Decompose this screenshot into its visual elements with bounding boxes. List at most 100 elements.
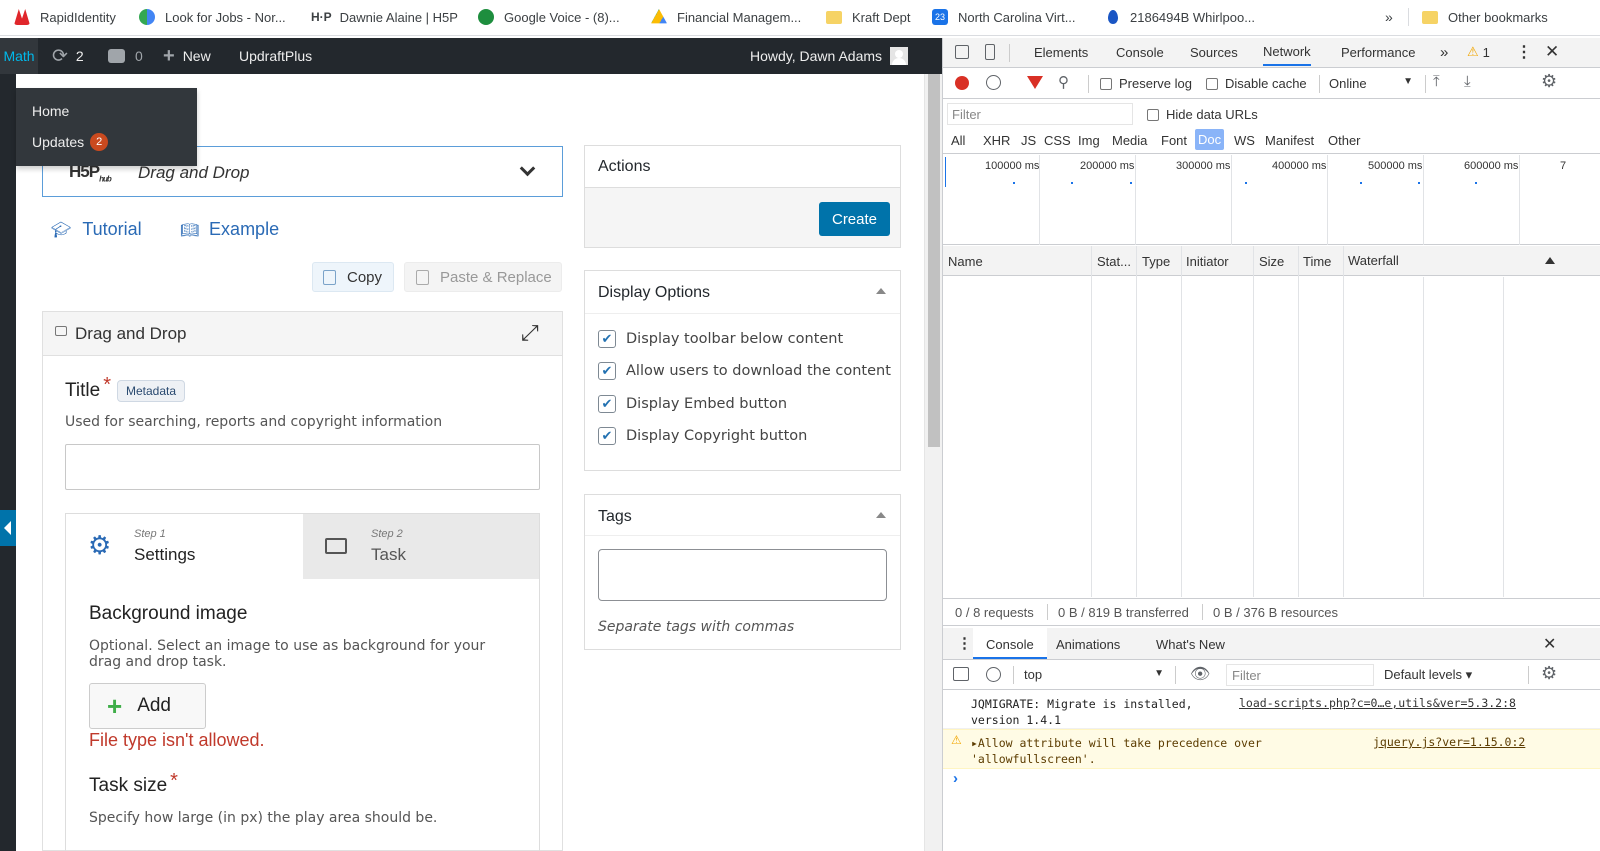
export-har-icon[interactable]: ⤓ [1464, 73, 1471, 90]
clear-console-icon[interactable] [986, 667, 1001, 682]
type-filter-manifest[interactable]: Manifest [1265, 133, 1314, 148]
bookmarks-overflow-button[interactable]: » [1385, 0, 1393, 34]
bookmark-h5p[interactable]: H·P Dawnie Alaine | H5P [311, 0, 458, 34]
inspect-element-icon[interactable] [955, 45, 969, 59]
collapse-arrow-icon[interactable] [876, 288, 886, 294]
bookmark-rapididentity[interactable]: RapidIdentity [14, 0, 116, 34]
option-toolbar[interactable]: ✔ Display toolbar below content [598, 330, 843, 348]
bookmark-ncvps[interactable]: 23 North Carolina Virt... [932, 0, 1076, 34]
tab-elements[interactable]: Elements [1034, 38, 1088, 66]
preserve-log-checkbox[interactable]: Preserve log [1100, 76, 1192, 91]
eye-icon[interactable]: 👁︎ [1190, 664, 1210, 684]
close-drawer-icon[interactable]: ✕ [1543, 634, 1556, 654]
type-filter-css[interactable]: CSS [1044, 133, 1071, 148]
checkbox-checked-icon[interactable]: ✔ [598, 362, 616, 380]
type-filter-js[interactable]: JS [1021, 133, 1036, 148]
checkbox-checked-icon[interactable]: ✔ [598, 427, 616, 445]
type-filter-other[interactable]: Other [1328, 133, 1361, 148]
column-initiator[interactable]: Initiator [1186, 254, 1229, 269]
tags-textarea[interactable] [598, 549, 887, 601]
submenu-updates[interactable]: Updates 2 [32, 133, 109, 151]
throttling-select[interactable]: Online ▼ [1329, 76, 1413, 91]
paste-replace-button[interactable]: Paste & Replace [404, 262, 562, 292]
tab-sources[interactable]: Sources [1190, 38, 1238, 66]
bookmark-jobs[interactable]: Look for Jobs - Nor... [139, 0, 286, 34]
timeline-overview[interactable]: 100000 ms 200000 ms 300000 ms 400000 ms … [943, 155, 1600, 245]
scrollbar-thumb[interactable] [928, 74, 940, 447]
search-icon[interactable]: ⚲ [1058, 73, 1069, 91]
type-filter-xhr[interactable]: XHR [983, 133, 1010, 148]
clear-icon[interactable] [986, 75, 1001, 90]
hide-data-urls-checkbox[interactable]: Hide data URLs [1147, 107, 1258, 122]
bookmark-google-voice[interactable]: Google Voice - (8)... [478, 0, 620, 34]
page-scrollbar[interactable] [924, 74, 942, 851]
device-toolbar-icon[interactable] [985, 44, 995, 60]
bookmark-whirlpool[interactable]: 2186494B Whirlpoo... [1108, 0, 1255, 34]
type-filter-img[interactable]: Img [1078, 133, 1100, 148]
log-levels-select[interactable]: Default levels ▾ [1384, 667, 1472, 683]
console-filter-input[interactable]: Filter [1226, 664, 1374, 686]
record-icon[interactable] [955, 76, 969, 90]
metadata-button[interactable]: Metadata [117, 379, 186, 402]
submenu-home[interactable]: Home [32, 103, 69, 119]
column-waterfall[interactable]: Waterfall [1348, 253, 1399, 268]
option-download[interactable]: ✔ Allow users to download the content [598, 362, 891, 380]
console-source-link[interactable]: jquery.js?ver=1.15.0:2 [1373, 735, 1525, 749]
tab-console[interactable]: Console [1116, 38, 1164, 66]
add-image-button[interactable]: + Add [89, 683, 206, 729]
kebab-menu-icon[interactable]: ⋮ [1516, 38, 1532, 66]
my-account-link[interactable]: Howdy, Dawn Adams [750, 38, 909, 74]
disable-cache-checkbox[interactable]: Disable cache [1206, 76, 1307, 91]
site-name-link[interactable]: Math [0, 38, 38, 74]
copy-button[interactable]: Copy [312, 262, 394, 292]
console-prompt[interactable]: › [943, 769, 1600, 789]
bookmark-kraft[interactable]: Kraft Dept [826, 0, 911, 34]
context-selector[interactable]: top ▼ [1024, 667, 1164, 682]
type-filter-doc[interactable]: Doc [1195, 129, 1225, 150]
drawer-tab-console[interactable]: Console [973, 628, 1047, 659]
column-name[interactable]: Name [948, 254, 983, 269]
chevron-down-icon[interactable] [519, 160, 536, 177]
column-time[interactable]: Time [1303, 254, 1331, 269]
column-size[interactable]: Size [1259, 254, 1284, 269]
updraftplus-link[interactable]: UpdraftPlus [239, 38, 312, 74]
network-filter-input[interactable]: Filter [947, 103, 1133, 125]
tab-network[interactable]: Network [1263, 38, 1311, 66]
column-status[interactable]: Stat... [1097, 254, 1131, 269]
column-type[interactable]: Type [1142, 254, 1170, 269]
title-input[interactable] [65, 444, 540, 490]
close-devtools-icon[interactable]: ✕ [1545, 38, 1559, 66]
collapse-arrow-icon[interactable] [876, 512, 886, 518]
checkbox-checked-icon[interactable]: ✔ [598, 395, 616, 413]
option-copyright[interactable]: ✔ Display Copyright button [598, 427, 807, 445]
settings-gear-icon[interactable]: ⚙ [1541, 71, 1557, 92]
checkbox-checked-icon[interactable]: ✔ [598, 330, 616, 348]
drawer-tab-animations[interactable]: Animations [1056, 637, 1120, 652]
step-task-tab[interactable]: Step 2 Task [303, 514, 539, 579]
import-har-icon[interactable]: ⤒ [1433, 73, 1440, 90]
type-filter-media[interactable]: Media [1112, 133, 1147, 148]
sidebar-toggle-icon[interactable] [953, 667, 969, 681]
console-source-link[interactable]: load-scripts.php?c=0…e,utils&ver=5.3.2:8 [1239, 696, 1516, 710]
type-filter-ws[interactable]: WS [1234, 133, 1255, 148]
new-content-link[interactable]: + New [163, 38, 211, 74]
warnings-counter[interactable]: ⚠ 1 [1467, 38, 1490, 66]
drawer-menu-icon[interactable]: ⋮ [957, 634, 972, 652]
sort-ascending-icon[interactable] [1545, 257, 1555, 264]
step-settings-tab[interactable]: ⚙ Step 1 Settings [66, 514, 303, 579]
fullscreen-icon[interactable]: ⤢ [521, 320, 539, 346]
other-bookmarks[interactable]: Other bookmarks [1422, 0, 1548, 34]
example-link[interactable]: 📖︎ Example [180, 219, 279, 240]
updates-link[interactable]: ⟳ 2 [52, 38, 84, 74]
type-filter-all[interactable]: All [951, 133, 965, 148]
more-tabs-button[interactable]: » [1440, 38, 1448, 66]
console-message-text[interactable]: ▸Allow attribute will take precedence ov… [971, 735, 1301, 767]
tab-performance[interactable]: Performance [1341, 38, 1415, 66]
filter-icon[interactable] [1027, 76, 1043, 89]
create-button[interactable]: Create [819, 202, 890, 236]
bookmark-financial[interactable]: Financial Managem... [651, 0, 801, 34]
console-settings-gear-icon[interactable]: ⚙ [1541, 663, 1557, 684]
drawer-tab-whats-new[interactable]: What's New [1156, 637, 1225, 652]
type-filter-font[interactable]: Font [1161, 133, 1187, 148]
comments-link[interactable]: 0 [108, 38, 143, 74]
